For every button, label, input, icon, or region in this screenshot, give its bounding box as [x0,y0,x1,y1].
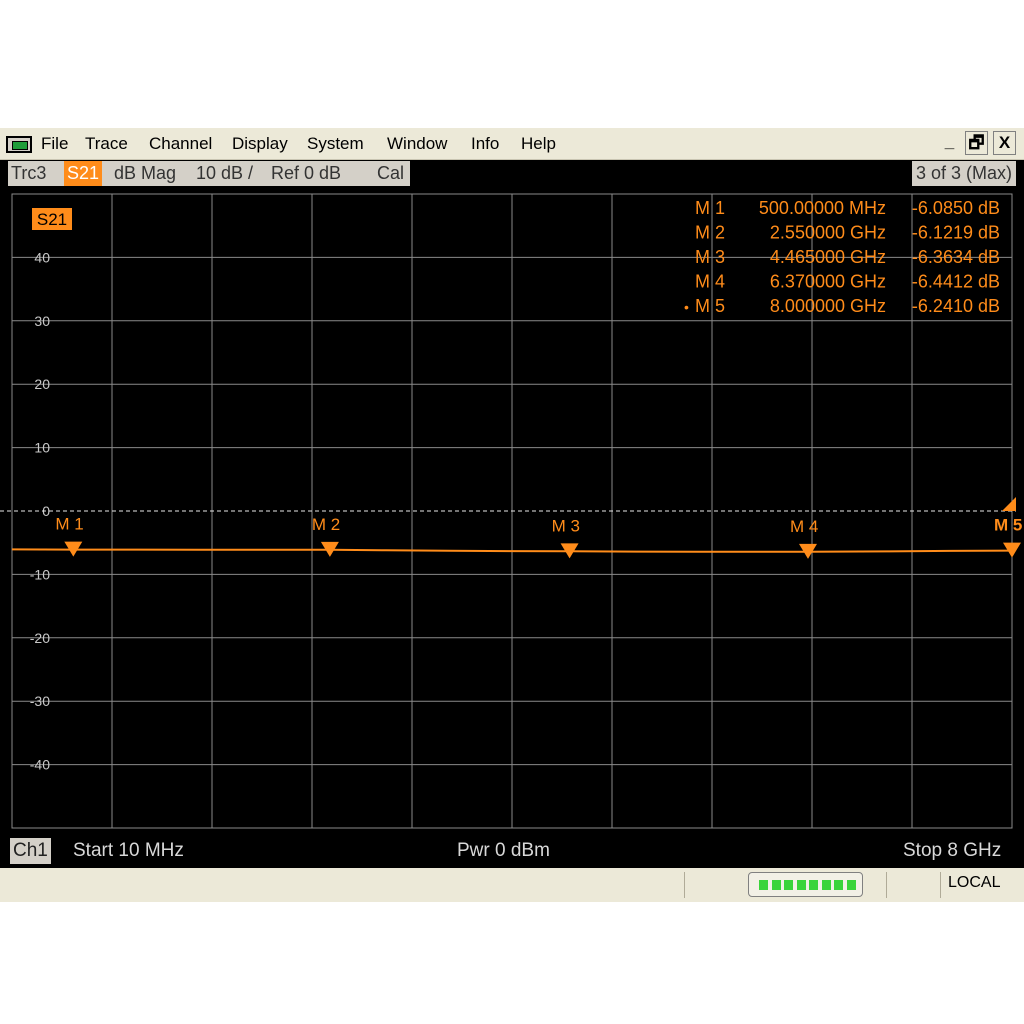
activity-led [796,880,806,890]
activity-indicator [748,872,863,897]
channel-status-bar: Ch1 Start 10 MHz Pwr 0 dBm Stop 8 GHz [0,834,1024,868]
marker-table-name: M 4 [695,272,725,292]
marker-label: M 1 [55,515,83,534]
marker-label: M 3 [552,516,580,535]
footer-divider [940,872,941,898]
footer-divider [886,872,887,898]
marker-table-name: M 1 [695,198,725,218]
footer-status-bar: LOCAL [0,868,1024,902]
active-marker-flag [1002,497,1016,511]
y-tick-label: 10 [34,440,50,456]
activity-led [834,880,843,890]
activity-led [759,880,768,890]
activity-led [821,880,831,890]
marker-table-frequency: 4.465000 GHz [770,247,886,267]
remote-mode-label: LOCAL [948,874,1001,891]
plot-area[interactable]: 403020100-10-20-30-40 M 1M 2M 3M 4M 5 M … [0,128,1024,834]
y-tick-label: 30 [34,313,50,329]
analyzer-window: File Trace Channel Display System Window… [0,128,1024,902]
footer-divider [684,872,685,898]
y-tick-label: -10 [30,566,50,582]
activity-led [846,880,856,890]
stop-frequency[interactable]: Stop 8 GHz [903,838,1001,864]
y-tick-label: 20 [34,376,50,392]
channel-label[interactable]: Ch1 [10,838,51,864]
marker-table-value: -6.0850 dB [912,198,1000,218]
marker-table-name: M 5 [695,296,725,316]
y-tick-label: 40 [34,249,50,265]
activity-led [809,880,818,890]
marker-table-name: M 2 [695,223,725,243]
marker-table-value: -6.3634 dB [912,247,1000,267]
marker-table-value: -6.4412 dB [912,272,1000,292]
y-axis-labels: 403020100-10-20-30-40 [30,249,50,772]
marker-table-frequency: 2.550000 GHz [770,223,886,243]
marker-table-value: -6.1219 dB [912,223,1000,243]
active-marker-bullet: • [684,299,689,315]
marker-label: M 2 [312,515,340,534]
start-frequency[interactable]: Start 10 MHz [73,838,184,864]
marker-label: M 5 [994,516,1022,535]
activity-led [784,880,793,890]
activity-led [771,880,781,890]
marker-table-name: M 3 [695,247,725,267]
marker-table-frequency: 6.370000 GHz [770,272,886,292]
power-level[interactable]: Pwr 0 dBm [457,838,550,864]
marker-table-frequency: 8.000000 GHz [770,296,886,316]
marker-label: M 4 [790,517,818,536]
marker-table-value: -6.2410 dB [912,296,1000,316]
y-tick-label: -20 [30,630,50,646]
y-tick-label: -40 [30,757,50,773]
marker-table-frequency: 500.00000 MHz [759,198,886,218]
trace-label: S21 [37,210,67,229]
y-tick-label: -30 [30,693,50,709]
